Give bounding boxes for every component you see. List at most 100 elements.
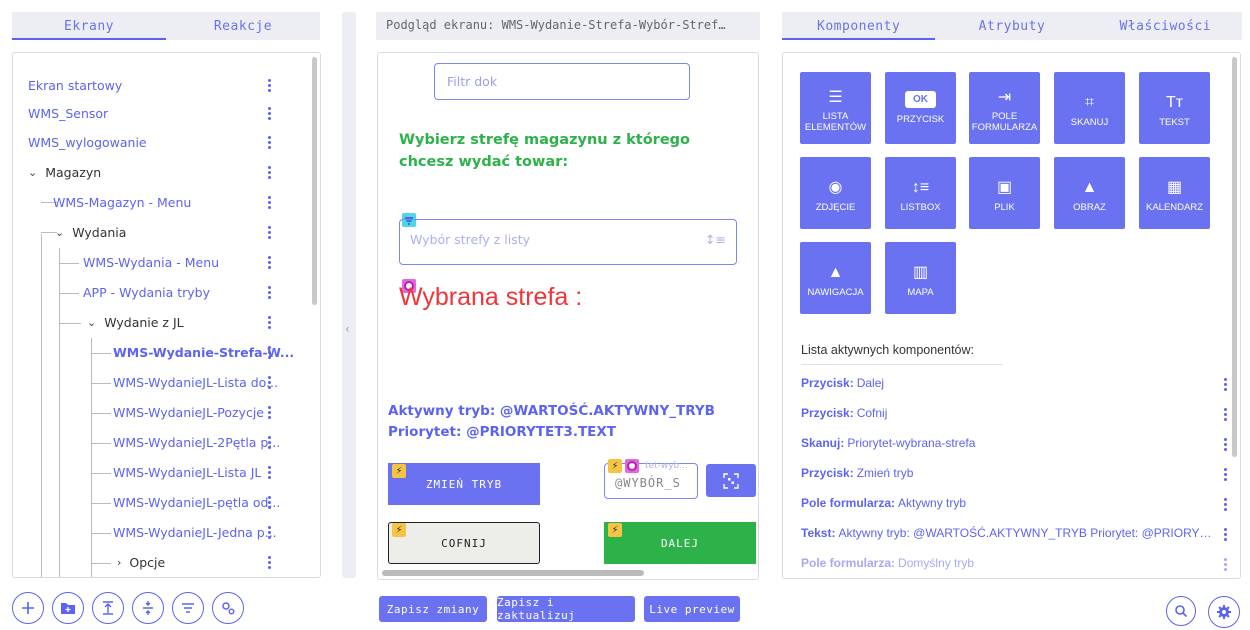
more-icon[interactable]: [268, 78, 272, 92]
tree-item[interactable]: WMS-Magazyn - Menu: [13, 187, 300, 217]
active-component-row[interactable]: Przycisk: Dalej: [801, 368, 1210, 398]
more-icon[interactable]: [268, 106, 272, 120]
add-icon[interactable]: [12, 592, 44, 624]
next-button[interactable]: DALEJ: [604, 522, 756, 564]
more-icon[interactable]: [268, 285, 272, 299]
tree-item[interactable]: WMS-WydanieJL-Jedna p...: [13, 517, 300, 547]
components-panel: ☰ LISTA ELEMENTÓW OK PRZYCISK ⇥ POLE FORMUL…: [782, 52, 1241, 579]
tree-item[interactable]: WMS-WydanieJL-Lista do...: [13, 367, 300, 397]
component-text[interactable]: Tт TEKST: [1139, 72, 1210, 144]
component-image[interactable]: ▲ OBRAZ: [1054, 157, 1125, 229]
chevron-right-icon[interactable]: ›: [117, 556, 121, 569]
active-component-row[interactable]: Pole formularza: Domyślny tryb: [801, 548, 1210, 578]
more-icon[interactable]: [268, 255, 272, 269]
tree-folder[interactable]: ⌄ Wydanie z JL: [13, 307, 300, 337]
component-map[interactable]: ▥ MAPA: [885, 242, 956, 314]
more-icon[interactable]: [268, 195, 272, 209]
active-component-row[interactable]: Skanuj: Priorytet-wybrana-strefa: [801, 428, 1210, 458]
more-icon[interactable]: [268, 525, 272, 539]
tree-folder[interactable]: ⌄ Wydania: [13, 217, 300, 247]
active-components-title: Lista aktywnych komponentów:: [801, 343, 975, 357]
save-button[interactable]: Zapisz zmiany: [379, 596, 487, 622]
tree-item[interactable]: Ekran startowy: [13, 70, 300, 100]
add-folder-icon[interactable]: [52, 592, 84, 624]
component-navigation[interactable]: ▲ NAWIGACJA: [800, 242, 871, 314]
tree-item[interactable]: WMS_wylogowanie: [13, 127, 300, 157]
save-and-update-button[interactable]: Zapisz i zaktualizuj: [497, 596, 635, 622]
tab-reactions[interactable]: Reakcje: [166, 12, 320, 40]
more-icon[interactable]: [1224, 558, 1228, 571]
component-name: Aktywny tryb: @WARTOŚĆ.AKTYWNY_TRYB Prio…: [838, 526, 1210, 540]
tree-item-label: WMS-WydanieJL-Lista do...: [113, 374, 279, 390]
tree-item[interactable]: WMS-WydanieJL-Pozycje: [13, 397, 300, 427]
more-icon[interactable]: [268, 315, 272, 329]
tree-item[interactable]: WMS-WydanieJL-pętla od...: [13, 487, 300, 517]
active-component-row[interactable]: Tekst: Aktywny tryb: @WARTOŚĆ.AKTYWNY_TRY…: [801, 518, 1210, 548]
more-icon[interactable]: [268, 135, 272, 149]
tree-item[interactable]: WMS-WydanieJL-Lista JL: [13, 457, 300, 487]
component-label: POLE FORMULARZA: [971, 111, 1038, 133]
gear-icon[interactable]: [1208, 596, 1240, 628]
more-icon[interactable]: [268, 405, 272, 419]
chevron-left-icon[interactable]: ‹: [345, 322, 350, 336]
more-icon[interactable]: [268, 465, 272, 479]
component-list[interactable]: ☰ LISTA ELEMENTÓW: [800, 72, 871, 144]
search-icon[interactable]: [1166, 596, 1196, 626]
zone-select[interactable]: Wybór strefy z listy ↕≡: [399, 219, 737, 265]
tab-components[interactable]: Komponenty: [782, 12, 936, 40]
lightning-icon: ⚡: [608, 459, 622, 473]
preview-scrollbar[interactable]: [382, 570, 644, 576]
tab-screens[interactable]: Ekrany: [12, 12, 166, 40]
tree-folder[interactable]: ⌄ Magazyn: [13, 157, 300, 187]
collapse-all-icon[interactable]: [132, 592, 164, 624]
more-icon[interactable]: [268, 225, 272, 239]
more-icon[interactable]: [1224, 438, 1228, 451]
more-icon[interactable]: [1224, 528, 1228, 541]
more-icon[interactable]: [1224, 468, 1228, 481]
more-icon[interactable]: [268, 345, 272, 359]
more-icon[interactable]: [268, 555, 272, 569]
component-calendar[interactable]: ▦ KALENDARZ: [1139, 157, 1210, 229]
active-component-row[interactable]: Przycisk: Zmień tryb: [801, 458, 1210, 488]
tree-folder[interactable]: › Opcje: [13, 547, 300, 577]
component-label: KALENDARZ: [1145, 201, 1203, 213]
component-listbox[interactable]: ↕≡ LISTBOX: [885, 157, 956, 229]
component-button[interactable]: OK PRZYCISK: [885, 72, 956, 144]
more-icon[interactable]: [268, 435, 272, 449]
tree-item[interactable]: WMS-WydanieJL-2Pętla p...: [13, 427, 300, 457]
live-preview-button[interactable]: Live preview: [644, 596, 740, 622]
scan-button[interactable]: [706, 464, 756, 497]
settings-icon[interactable]: [212, 592, 244, 624]
chevron-down-icon[interactable]: ⌄: [87, 316, 96, 329]
active-component-row[interactable]: Przycisk: Cofnij: [801, 398, 1210, 428]
expand-all-icon[interactable]: [92, 592, 124, 624]
component-form-field[interactable]: ⇥ POLE FORMULARZA: [969, 72, 1040, 144]
component-name: Zmień tryb: [856, 466, 914, 480]
more-icon[interactable]: [268, 375, 272, 389]
panel-collapse-handle[interactable]: ‹: [342, 12, 356, 578]
chevron-down-icon[interactable]: ⌄: [55, 226, 64, 239]
more-icon[interactable]: [268, 165, 272, 179]
more-icon[interactable]: [1224, 408, 1228, 421]
active-component-row[interactable]: Pole formularza: Aktywny tryb: [801, 488, 1210, 518]
tree-item[interactable]: APP - Wydania tryby: [13, 277, 300, 307]
chevron-down-icon[interactable]: ⌄: [28, 166, 37, 179]
tree-item[interactable]: WMS_Sensor: [13, 98, 300, 128]
tree-item[interactable]: WMS-Wydania - Menu: [13, 247, 300, 277]
more-icon[interactable]: [1224, 498, 1228, 511]
visibility-icon: [625, 459, 639, 473]
component-photo[interactable]: ◉ ZDJĘCIE: [800, 157, 871, 229]
tab-attributes[interactable]: Atrybuty: [935, 12, 1088, 40]
component-file[interactable]: ▣ PLIK: [969, 157, 1040, 229]
change-mode-button[interactable]: ZMIEŃ TRYB: [388, 463, 540, 505]
more-icon[interactable]: [268, 495, 272, 509]
tab-properties[interactable]: Właściwości: [1089, 12, 1242, 40]
more-icon[interactable]: [1224, 378, 1228, 391]
filter-input[interactable]: Filtr dok: [434, 63, 690, 100]
tree-scrollbar[interactable]: [312, 57, 317, 305]
sort-icon[interactable]: [172, 592, 204, 624]
back-button[interactable]: COFNIJ: [388, 522, 540, 564]
components-scrollbar[interactable]: [1232, 57, 1237, 457]
tree-item-selected[interactable]: WMS-Wydanie-Strefa-W...: [13, 337, 300, 367]
component-scan[interactable]: ⌗ SKANUJ: [1054, 72, 1125, 144]
